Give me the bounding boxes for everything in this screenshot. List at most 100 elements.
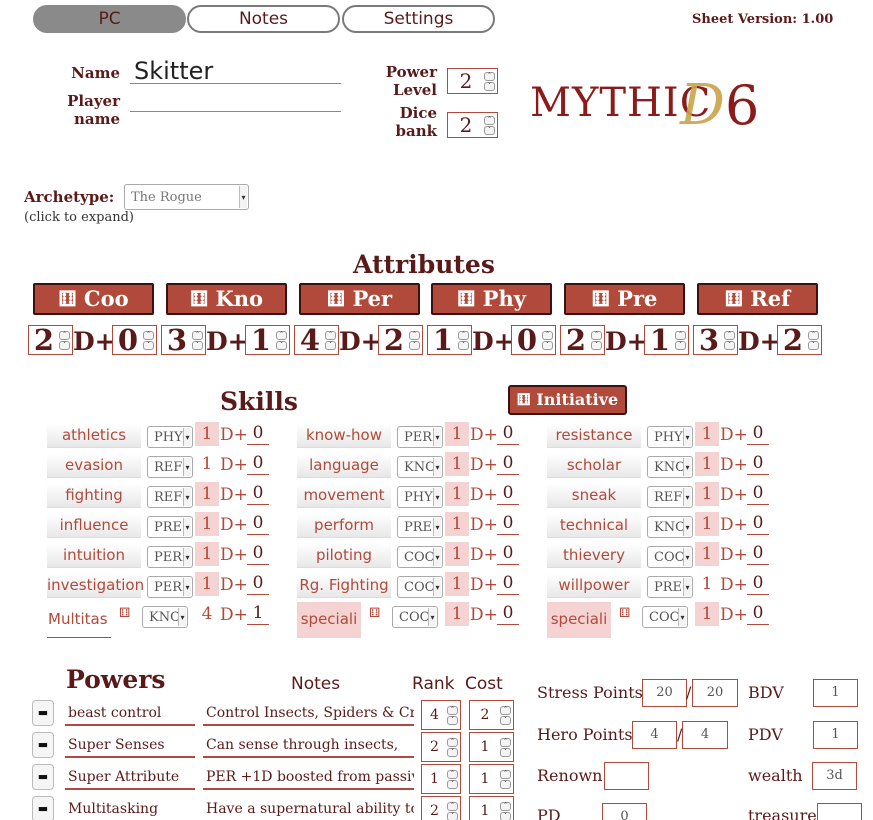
skill-name[interactable]: language xyxy=(297,454,391,478)
stepper-arrows-icon[interactable]: ˄ ˅ xyxy=(500,801,511,820)
skill-name[interactable]: perform xyxy=(297,514,391,538)
skill-name[interactable]: thievery xyxy=(547,544,641,568)
skill-name[interactable]: Multitas xyxy=(47,602,111,638)
skill-attr-select[interactable]: PRE ▾ xyxy=(147,516,193,538)
skill-plus-field[interactable]: 0 xyxy=(497,573,519,595)
stress-current-field[interactable]: 20 xyxy=(642,679,687,707)
skill-name[interactable]: movement xyxy=(297,484,391,508)
skill-dice-field[interactable]: 1 xyxy=(195,512,219,536)
skill-name[interactable]: willpower xyxy=(547,574,641,598)
skill-plus-field[interactable]: 0 xyxy=(747,603,769,625)
power-notes-field[interactable]: Control Insects, Spiders & Cru xyxy=(203,700,414,726)
skill-plus-field[interactable]: 0 xyxy=(247,543,269,565)
attr-dice-stepper[interactable]: 1 ˄ ˅ xyxy=(427,323,472,357)
power-notes-field[interactable]: Have a supernatural ability to xyxy=(203,796,414,820)
attr-button-pre[interactable]: ⚅ Pre xyxy=(564,283,685,315)
stress-max-field[interactable]: 20 xyxy=(692,679,738,707)
treasure-field[interactable] xyxy=(817,803,862,820)
skill-attr-select[interactable]: KNO ▾ xyxy=(647,516,693,538)
skill-dice-field[interactable]: 1 xyxy=(695,512,719,536)
skill-name[interactable]: speciali xyxy=(297,602,361,638)
skill-name[interactable]: sneak xyxy=(547,484,641,508)
stepper-arrows-icon[interactable]: ˄ ˅ xyxy=(447,737,458,757)
attr-plus-stepper[interactable]: 1 ˄ ˅ xyxy=(644,323,689,357)
skill-name[interactable]: scholar xyxy=(547,454,641,478)
speech-bubble-icon[interactable]: ▬ xyxy=(32,700,54,726)
skill-dice-field[interactable]: 1 xyxy=(695,452,719,476)
skill-plus-field[interactable]: 0 xyxy=(747,453,769,475)
stepper-arrows-icon[interactable]: ˄ ˅ xyxy=(447,769,458,789)
skill-attr-select[interactable]: PRE ▾ xyxy=(397,516,443,538)
stepper-arrows-icon[interactable]: ˄ ˅ xyxy=(447,705,458,725)
skill-attr-select[interactable]: PER ▾ xyxy=(397,426,443,448)
skill-dice-field[interactable]: 1 xyxy=(445,572,469,596)
skill-attr-select[interactable]: PER ▾ xyxy=(147,546,193,568)
tab-notes[interactable]: Notes xyxy=(187,5,340,33)
skill-dice-field[interactable]: 1 xyxy=(195,452,219,476)
stepper-arrows-icon[interactable]: ˄ ˅ xyxy=(675,330,686,350)
skill-name[interactable]: evasion xyxy=(47,454,141,478)
skill-plus-field[interactable]: 0 xyxy=(497,513,519,535)
attr-button-phy[interactable]: ⚅ Phy xyxy=(431,283,552,315)
attr-plus-stepper[interactable]: 0 ˄ ˅ xyxy=(511,323,556,357)
player-input[interactable] xyxy=(130,86,341,112)
skill-plus-field[interactable]: 0 xyxy=(247,513,269,535)
skill-name[interactable]: influence xyxy=(47,514,141,538)
skill-attr-select[interactable]: KNO ▾ xyxy=(142,606,188,628)
skill-plus-field[interactable]: 0 xyxy=(497,603,519,625)
power-rank-stepper[interactable]: 1 ˄ ˅ xyxy=(421,764,461,794)
skill-name[interactable]: know-how xyxy=(297,424,391,448)
skill-attr-select[interactable]: REF ▾ xyxy=(647,486,693,508)
stepper-arrows-icon[interactable]: ˄ ˅ xyxy=(484,115,495,135)
skill-dice-field[interactable]: 4 xyxy=(195,602,219,626)
skill-plus-field[interactable]: 0 xyxy=(747,423,769,445)
power-cost-stepper[interactable]: 1 ˄ ˅ xyxy=(469,796,514,820)
skill-plus-field[interactable]: 0 xyxy=(747,513,769,535)
attr-button-coo[interactable]: ⚅ Coo xyxy=(33,283,154,315)
skill-name[interactable]: investigation xyxy=(47,574,144,598)
skill-dice-field[interactable]: 1 xyxy=(695,542,719,566)
skill-plus-field[interactable]: 0 xyxy=(247,573,269,595)
skill-plus-field[interactable]: 0 xyxy=(497,423,519,445)
skill-dice-field[interactable]: 1 xyxy=(445,482,469,506)
stepper-arrows-icon[interactable]: ˄ ˅ xyxy=(500,769,511,789)
skill-attr-select[interactable]: COO ▾ xyxy=(642,606,688,628)
tab-settings[interactable]: Settings xyxy=(342,5,495,33)
attr-plus-stepper[interactable]: 2 ˄ ˅ xyxy=(378,323,423,357)
power-notes-field[interactable]: Can sense through insects, xyxy=(203,732,414,758)
skill-name[interactable]: technical xyxy=(547,514,641,538)
power-rank-stepper[interactable]: 2 ˄ ˅ xyxy=(421,732,461,762)
attr-dice-stepper[interactable]: 2 ˄ ˅ xyxy=(28,323,73,357)
skill-attr-select[interactable]: PHY ▾ xyxy=(147,426,193,448)
initiative-button[interactable]: ⚅ Initiative xyxy=(508,385,627,415)
stepper-arrows-icon[interactable]: ˄ ˅ xyxy=(325,330,336,350)
skill-name[interactable]: Rg. Fighting xyxy=(297,574,391,598)
stepper-arrows-icon[interactable]: ˄ ˅ xyxy=(484,71,495,91)
power-rank-stepper[interactable]: 2 ˄ ˅ xyxy=(421,796,461,820)
renown-field[interactable] xyxy=(604,762,649,790)
skill-dice-field[interactable]: 1 xyxy=(195,572,219,596)
power-name-field[interactable]: Super Attribute xyxy=(65,764,195,790)
skill-plus-field[interactable]: 0 xyxy=(747,573,769,595)
skill-plus-field[interactable]: 1 xyxy=(247,603,269,625)
power-rank-stepper[interactable]: 4 ˄ ˅ xyxy=(421,700,461,730)
attr-button-per[interactable]: ⚅ Per xyxy=(299,283,420,315)
skill-attr-select[interactable]: REF ▾ xyxy=(147,456,193,478)
speech-bubble-icon[interactable]: ▬ xyxy=(32,732,54,758)
bdv-field[interactable]: 1 xyxy=(813,679,858,707)
stepper-arrows-icon[interactable]: ˄ ˅ xyxy=(500,705,511,725)
skill-attr-select[interactable]: KNO ▾ xyxy=(647,456,693,478)
skill-dice-field[interactable]: 1 xyxy=(195,542,219,566)
skill-name[interactable]: athletics xyxy=(47,424,141,448)
skill-dice-field[interactable]: 1 xyxy=(695,422,719,446)
skill-dice-field[interactable]: 1 xyxy=(445,542,469,566)
skill-dice-field[interactable]: 1 xyxy=(195,482,219,506)
skill-attr-select[interactable]: PRE ▾ xyxy=(647,576,693,598)
skill-attr-select[interactable]: COO ▾ xyxy=(397,576,443,598)
power-level-stepper[interactable]: 2 ˄ ˅ xyxy=(447,68,498,94)
skill-dice-field[interactable]: 1 xyxy=(445,422,469,446)
skill-plus-field[interactable]: 0 xyxy=(747,543,769,565)
attr-button-ref[interactable]: ⚅ Ref xyxy=(697,283,818,315)
skill-name[interactable]: fighting xyxy=(47,484,141,508)
skill-dice-field[interactable]: 1 xyxy=(195,422,219,446)
